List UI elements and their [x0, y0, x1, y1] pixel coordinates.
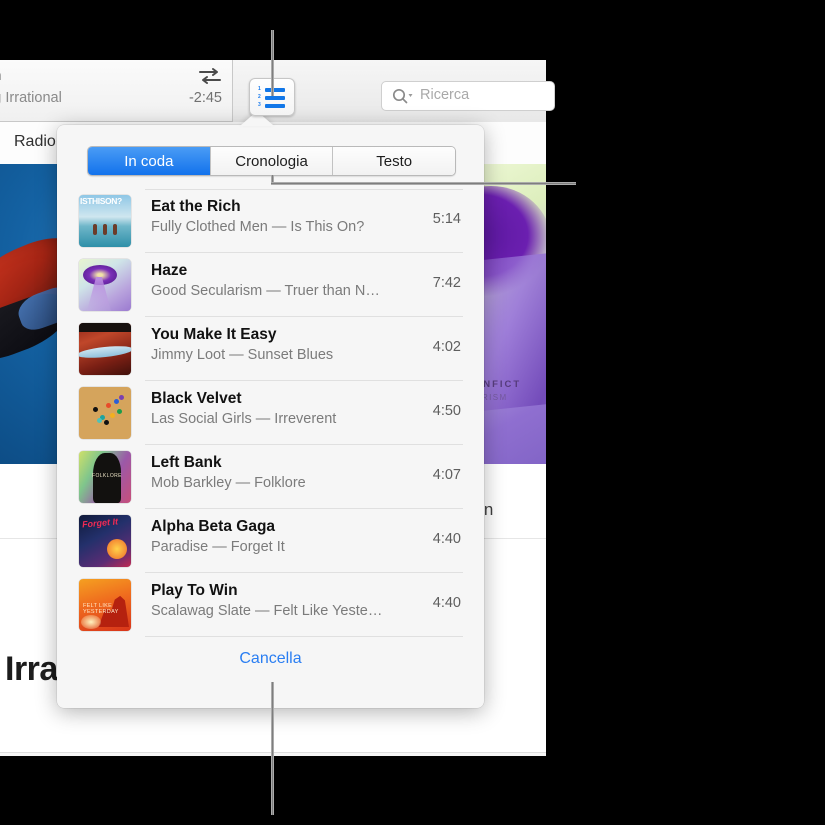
album-thumbnail: Forget It — [79, 515, 131, 567]
album-thumbnail: FOLKLORE — [79, 451, 131, 503]
list-number: 1 — [258, 87, 264, 92]
nav-item-radio[interactable]: Radio — [14, 133, 56, 151]
track-subtitle: Fully Clothed Men — Is This On? — [151, 219, 387, 235]
table-row[interactable]: FOLKLORE Left Bank Mob Barkley — Folklor… — [79, 445, 463, 509]
list-bar — [265, 104, 285, 108]
callout-line-clear-button — [271, 682, 274, 815]
track-duration: 4:07 — [433, 467, 461, 483]
track-duration: 4:02 — [433, 339, 461, 355]
track-duration: 7:42 — [433, 275, 461, 291]
track-title: Alpha Beta Gaga — [151, 518, 387, 536]
track-title: Left Bank — [151, 454, 387, 472]
track-subtitle: Scalawag Slate — Felt Like Yeste… — [151, 603, 387, 619]
now-playing-remaining-time: -2:45 — [189, 90, 222, 106]
track-title: You Make It Easy — [151, 326, 387, 344]
clear-queue-button[interactable]: Cancella — [57, 650, 484, 668]
page-title: Irra — [5, 650, 58, 689]
album-art-caption: FELT LIKE YESTERDAY — [83, 603, 131, 615]
track-meta: Black Velvet Las Social Girls — Irrevere… — [151, 390, 387, 427]
track-title: Play To Win — [151, 582, 387, 600]
table-row[interactable]: Forget It Alpha Beta Gaga Paradise — For… — [79, 509, 463, 573]
track-meta: Haze Good Secularism — Truer than N… — [151, 262, 387, 299]
album-art-caption: FOLKLORE — [92, 473, 122, 479]
list-bar — [265, 96, 285, 100]
album-thumbnail: FELT LIKE YESTERDAY — [79, 579, 131, 631]
tab-testo[interactable]: Testo — [332, 147, 455, 175]
list-number: 2 — [258, 95, 264, 100]
table-row[interactable]: Black Velvet Las Social Girls — Irrevere… — [79, 381, 463, 445]
table-row[interactable]: FELT LIKE YESTERDAY Play To Win Scalawag… — [79, 573, 463, 637]
track-subtitle: Good Secularism — Truer than N… — [151, 283, 387, 299]
track-title: Black Velvet — [151, 390, 387, 408]
repeat-icon[interactable] — [196, 66, 224, 86]
album-art-caption: Forget It — [82, 516, 119, 529]
table-row[interactable]: Haze Good Secularism — Truer than N… 7:4… — [79, 253, 463, 317]
queue-popover: In coda Cronologia Testo ISTHISON? Eat t… — [57, 125, 484, 708]
album-thumbnail — [79, 323, 131, 375]
list-bar — [265, 88, 285, 92]
track-title: Haze — [151, 262, 387, 280]
tab-in-coda[interactable]: In coda — [88, 147, 210, 175]
track-title: Eat the Rich — [151, 198, 387, 216]
search-input[interactable]: Ricerca — [381, 81, 555, 111]
callout-line-queue-button — [271, 30, 274, 96]
track-subtitle: Mob Barkley — Folklore — [151, 475, 387, 491]
divider — [145, 636, 463, 637]
tab-cronologia[interactable]: Cronologia — [210, 147, 333, 175]
track-duration: 4:40 — [433, 531, 461, 547]
now-playing-panel[interactable]: rn ing Irrational -2:45 — [0, 60, 233, 122]
album-thumbnail — [79, 387, 131, 439]
track-duration: 4:50 — [433, 403, 461, 419]
track-meta: Eat the Rich Fully Clothed Men — Is This… — [151, 198, 387, 235]
table-row[interactable]: You Make It Easy Jimmy Loot — Sunset Blu… — [79, 317, 463, 381]
track-duration: 5:14 — [433, 211, 461, 227]
album-thumbnail: ISTHISON? — [79, 195, 131, 247]
track-meta: Alpha Beta Gaga Paradise — Forget It — [151, 518, 387, 555]
track-meta: Play To Win Scalawag Slate — Felt Like Y… — [151, 582, 387, 619]
search-placeholder-text: Ricerca — [420, 87, 469, 103]
track-meta: Left Bank Mob Barkley — Folklore — [151, 454, 387, 491]
divider — [145, 189, 463, 190]
search-icon[interactable] — [392, 87, 422, 105]
queue-track-list: ISTHISON? Eat the Rich Fully Clothed Men… — [79, 189, 463, 637]
track-subtitle: Paradise — Forget It — [151, 539, 387, 555]
track-duration: 4:40 — [433, 595, 461, 611]
track-meta: You Make It Easy Jimmy Loot — Sunset Blu… — [151, 326, 387, 363]
table-row[interactable]: ISTHISON? Eat the Rich Fully Clothed Men… — [79, 189, 463, 253]
track-subtitle: Jimmy Loot — Sunset Blues — [151, 347, 387, 363]
album-thumbnail — [79, 259, 131, 311]
callout-line-tabs-horizontal — [271, 182, 576, 185]
now-playing-title: rn — [0, 67, 1, 84]
popover-tab-bar: In coda Cronologia Testo — [87, 146, 456, 176]
track-subtitle: Las Social Girls — Irreverent — [151, 411, 387, 427]
now-playing-subtitle: ing Irrational — [0, 90, 62, 106]
album-art-caption: ISTHISON? — [80, 196, 122, 206]
list-number: 3 — [258, 103, 264, 108]
